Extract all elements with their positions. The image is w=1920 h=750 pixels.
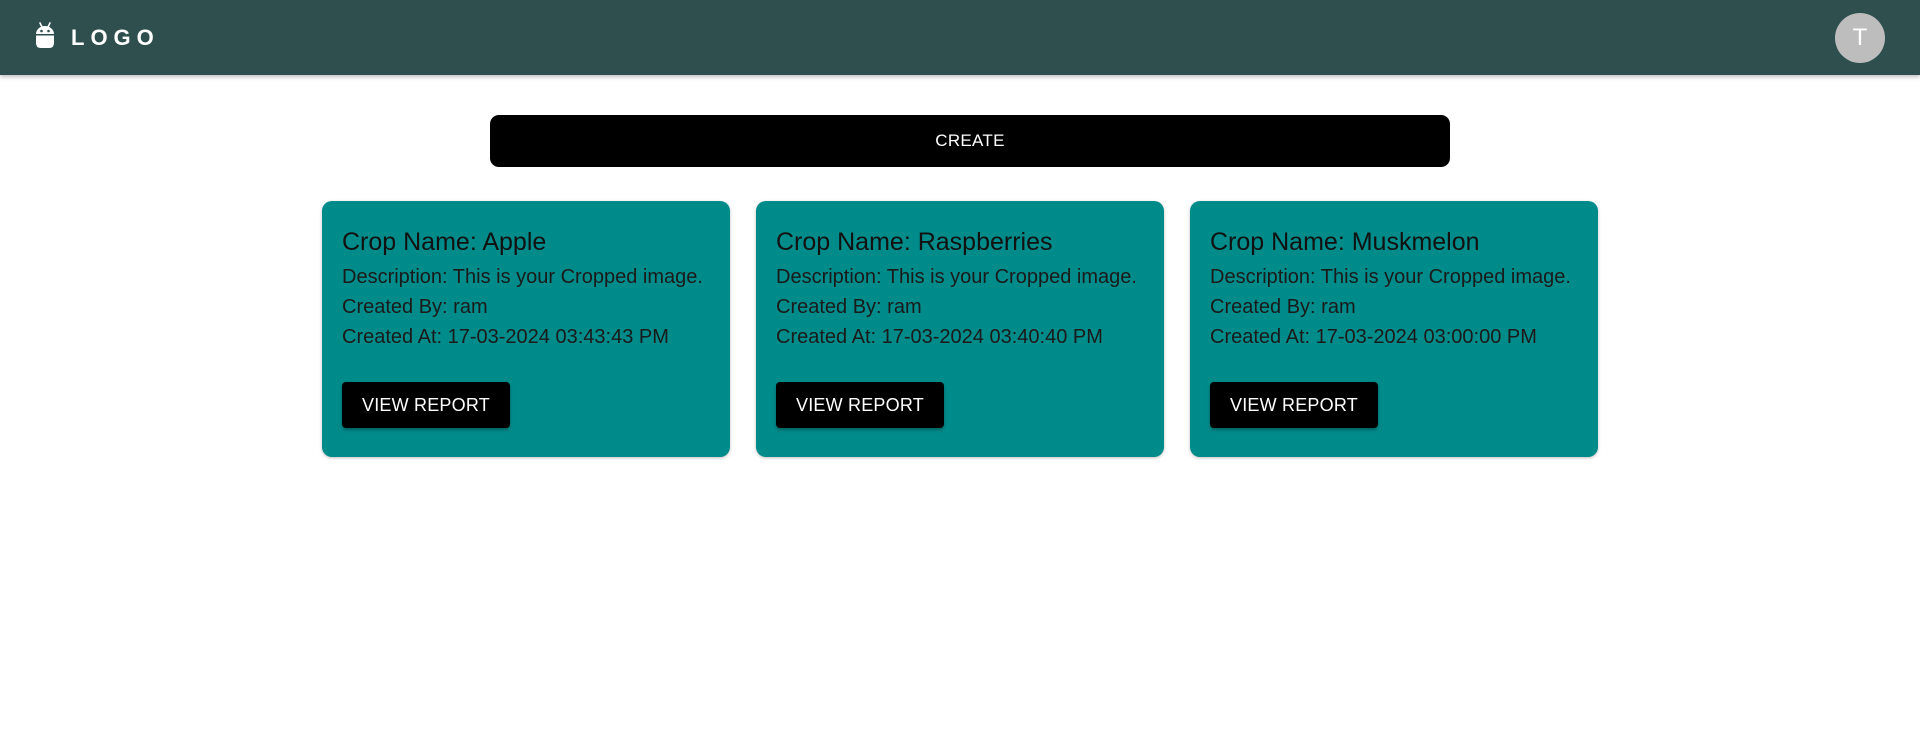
crop-created-at: Created At: 17-03-2024 03:43:43 PM	[342, 326, 669, 348]
crop-card-list: Crop Name: Apple Description: This is yo…	[322, 201, 1598, 457]
create-button[interactable]: CREATE	[490, 115, 1450, 167]
crop-card: Crop Name: Muskmelon Description: This i…	[1190, 201, 1598, 457]
crop-description: Description: This is your Cropped image.	[342, 266, 703, 288]
android-icon	[36, 21, 54, 48]
crop-card: Crop Name: Raspberries Description: This…	[756, 201, 1164, 457]
crop-name: Crop Name: Apple	[342, 228, 547, 256]
crop-created-by: Created By: ram	[342, 296, 488, 318]
crop-name: Crop Name: Raspberries	[776, 228, 1053, 256]
crop-card: Crop Name: Apple Description: This is yo…	[322, 201, 730, 457]
logo-text: LOGO	[71, 24, 160, 50]
view-report-button[interactable]: VIEW REPORT	[1210, 382, 1378, 428]
app-bar: LOGO T	[0, 0, 1920, 75]
crop-name: Crop Name: Muskmelon	[1210, 228, 1480, 256]
crop-description: Description: This is your Cropped image.	[1210, 266, 1571, 288]
avatar[interactable]: T	[1835, 12, 1885, 63]
crop-created-by: Created By: ram	[776, 296, 922, 318]
brand[interactable]: LOGO	[34, 21, 160, 51]
crop-created-by: Created By: ram	[1210, 296, 1356, 318]
crop-description: Description: This is your Cropped image.	[776, 266, 1137, 288]
crop-created-at: Created At: 17-03-2024 03:40:40 PM	[776, 326, 1103, 348]
crop-created-at: Created At: 17-03-2024 03:00:00 PM	[1210, 326, 1537, 348]
view-report-button[interactable]: VIEW REPORT	[776, 382, 944, 428]
view-report-button[interactable]: VIEW REPORT	[342, 382, 510, 428]
